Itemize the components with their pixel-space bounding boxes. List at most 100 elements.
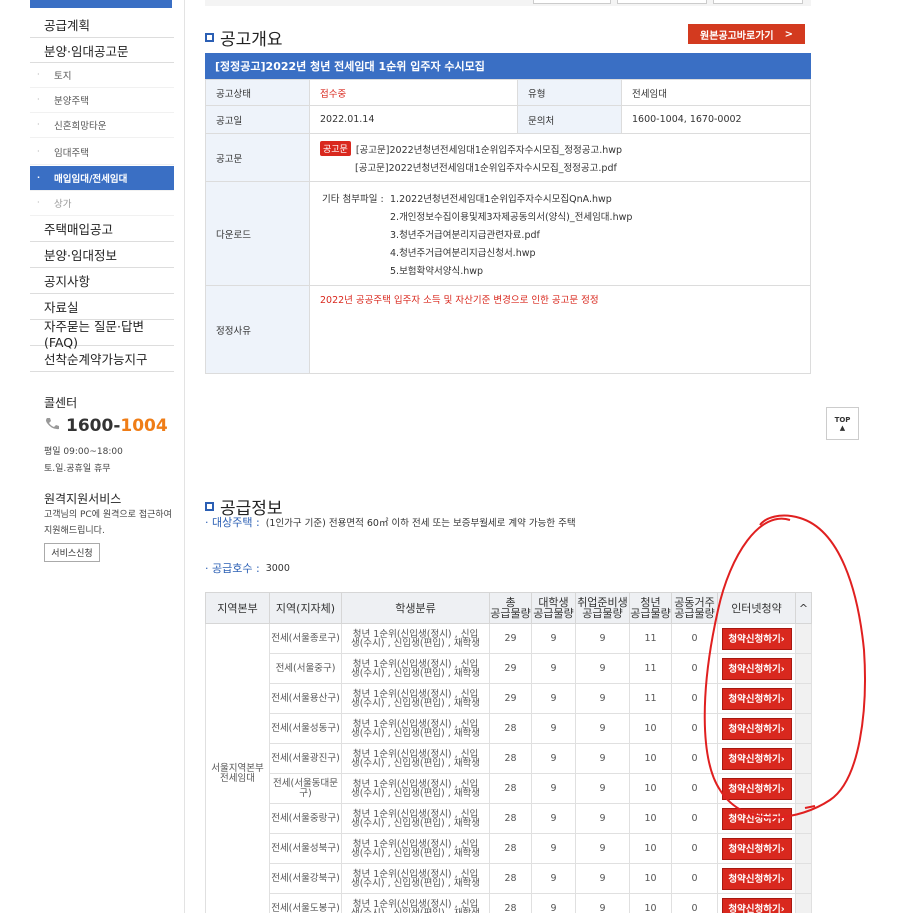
scrollbar-track[interactable] — [795, 773, 812, 804]
scrollbar-track[interactable] — [795, 653, 812, 684]
doc-label: 공고문 — [205, 133, 310, 182]
scrollbar-track[interactable] — [795, 833, 812, 864]
apply-button[interactable]: 청약신청하기› — [721, 657, 792, 680]
apply-button[interactable]: 청약신청하기› — [721, 627, 792, 650]
area-cell: 전세(서울강북구) — [269, 863, 342, 894]
top-filter-box[interactable] — [533, 0, 611, 4]
download-file-link[interactable]: 5.보험확약서양식.hwp — [390, 263, 483, 277]
univ-cell: 9 — [531, 683, 576, 714]
class-cell: 청년 1순위(신입생(정시) , 신입 생(수시) , 신입생(편입) , 재학생 — [341, 863, 490, 894]
scrollbar-track[interactable] — [795, 803, 812, 834]
job-cell: 9 — [575, 683, 630, 714]
notice-section-label: 공고개요 — [220, 30, 283, 50]
total-cell: 28 — [489, 713, 532, 744]
top-filter-box[interactable] — [713, 0, 803, 4]
youth-cell: 10 — [629, 833, 672, 864]
youth-cell: 10 — [629, 743, 672, 774]
top-filter-box[interactable] — [617, 0, 707, 4]
sidebar-subitem-newlywed-town[interactable]: · 신혼희망타운 — [30, 113, 174, 138]
sidebar-subitem-commercial[interactable]: · 상가 — [30, 191, 174, 216]
type-value: 전세임대 — [621, 79, 811, 106]
table-row: 전세(서울강북구) 청년 1순위(신입생(정시) , 신입 생(수시) , 신입생(… — [206, 863, 812, 894]
total-cell: 29 — [489, 653, 532, 684]
sidebar: 공급계획 분양·임대공고문 · 토지 · 분양주택 · 신혼희망타운 · 임대주택 · 매… — [30, 0, 174, 913]
sidebar-item-faq[interactable]: 자주묻는 질문·답변(FAQ) — [30, 319, 174, 350]
sidebar-item-supply-plan[interactable]: 공급계획 — [30, 12, 174, 38]
original-notice-button[interactable]: 원본공고바로가기 > — [688, 24, 805, 44]
apply-button[interactable]: 청약신청하기› — [721, 747, 792, 770]
download-file-link[interactable]: 4.청년주거급여분리지급신청서.hwp — [390, 245, 536, 259]
download-label: 다운로드 — [205, 181, 310, 286]
table-row: 전세(서울광진구) 청년 1순위(신입생(정시) , 신입 생(수시) , 신입생(… — [206, 743, 812, 774]
area-cell: 전세(서울성동구) — [269, 713, 342, 744]
joint-cell: 0 — [671, 743, 718, 774]
download-file-link[interactable]: 1.2022년청년전세임대1순위입주자수시모집QnA.hwp — [390, 191, 612, 205]
total-cell: 28 — [489, 803, 532, 834]
apply-cell: 청약신청하기› — [717, 623, 796, 654]
apply-cell: 청약신청하기› — [717, 833, 796, 864]
scrollbar-track[interactable] — [795, 743, 812, 774]
scrollbar-track[interactable] — [795, 893, 812, 913]
sidebar-item-sale-rental-info[interactable]: 분양·임대정보 — [30, 242, 174, 268]
job-cell: 9 — [575, 893, 630, 913]
univ-cell: 9 — [531, 893, 576, 913]
sidebar-subitem-sale-housing[interactable]: · 분양주택 — [30, 88, 174, 113]
target-housing-value: (1인가구 기준) 전용면적 60㎡ 이하 전세 또는 보증부월세로 계약 가능… — [265, 518, 576, 529]
header-joint: 공동거주 공급물량 — [671, 592, 718, 624]
apply-button[interactable]: 청약신청하기› — [721, 837, 792, 860]
download-file-link[interactable]: 2.개인정보수집이용및제3자제공동의서(양식)_전세임대.hwp — [390, 209, 632, 223]
sidebar-item-notices[interactable]: 분양·임대공고문 — [30, 38, 174, 63]
apply-button[interactable]: 청약신청하기› — [721, 687, 792, 710]
joint-cell: 0 — [671, 863, 718, 894]
apply-button[interactable]: 청약신청하기› — [721, 807, 792, 830]
joint-cell: 0 — [671, 623, 718, 654]
sidebar-subitem-land[interactable]: · 토지 — [30, 63, 174, 88]
original-notice-label: 원본공고바로가기 — [700, 30, 774, 42]
supply-count-key: · 공급호수 : — [205, 562, 260, 575]
doc-file-link[interactable]: [공고문]2022년청년전세임대1순위입주자수시모집_정정공고.hwp — [356, 142, 622, 156]
remote-support-title: 원격지원서비스 — [44, 492, 122, 506]
sidebar-item-first-come[interactable]: 선착순계약가능지구 — [30, 346, 174, 372]
table-row: 서울지역본부 전세임대 전세(서울종로구) 청년 1순위(신입생(정시) , 신입 생… — [205, 623, 812, 913]
scrollbar-track[interactable] — [795, 683, 812, 714]
sidebar-item-announcements[interactable]: 공지사항 — [30, 268, 174, 294]
apply-button[interactable]: 청약신청하기› — [721, 897, 792, 913]
joint-cell: 0 — [671, 803, 718, 834]
table-row: 전세(서울성동구) 청년 1순위(신입생(정시) , 신입 생(수시) , 신입생(… — [206, 713, 812, 744]
apply-button[interactable]: 청약신청하기› — [721, 717, 792, 740]
apply-button[interactable]: 청약신청하기› — [721, 867, 792, 890]
doc-tag: 공고문 — [320, 141, 351, 156]
sidebar-subitem-rental-housing[interactable]: · 임대주택 — [30, 140, 174, 165]
area-cell: 전세(서울중구) — [269, 653, 342, 684]
table-row: 전세(서울동대문구) 청년 1순위(신입생(정시) , 신입 생(수시) , 신입생… — [206, 773, 812, 804]
table-row: 전세(서울중구) 청년 1순위(신입생(정시) , 신입 생(수시) , 신입생(편… — [206, 653, 812, 684]
scrollbar-track[interactable] — [795, 863, 812, 894]
supply-table: 지역본부 지역(지자체) 학생분류 총 공급물량 대학생 공급물량 취업준비생 공급물… — [205, 592, 812, 913]
phone-icon — [44, 416, 60, 436]
header-area: 지역(지자체) — [269, 592, 342, 624]
sidebar-divider — [184, 0, 185, 913]
bullet-icon: · — [37, 70, 40, 79]
sidebar-subitem-purchase-jeonse[interactable]: · 매입임대/전세임대 — [30, 166, 174, 191]
header-total: 총 공급물량 — [489, 592, 532, 624]
status-label: 공고상태 — [205, 79, 310, 106]
square-bullet-icon — [205, 33, 214, 42]
scroll-up-button[interactable]: ^ — [795, 592, 812, 624]
job-cell: 9 — [575, 623, 630, 654]
notice-title: [정정공고]2022년 청년 전세임대 1순위 입주자 수시모집 — [205, 53, 811, 79]
scroll-top-button[interactable]: TOP ▲ — [826, 407, 859, 440]
header-job: 취업준비생 공급물량 — [575, 592, 630, 624]
remote-support-button[interactable]: 서비스신청 — [44, 543, 100, 562]
apply-button[interactable]: 청약신청하기› — [721, 777, 792, 800]
total-cell: 28 — [489, 773, 532, 804]
joint-cell: 0 — [671, 773, 718, 804]
scrollbar-track[interactable] — [795, 623, 812, 654]
download-file-link[interactable]: 3.청년주거급여분리지급관련자료.pdf — [390, 227, 540, 241]
scrollbar-track[interactable] — [795, 713, 812, 744]
date-label: 공고일 — [205, 105, 310, 134]
apply-cell: 청약신청하기› — [717, 713, 796, 744]
callcenter-title: 콜센터 — [44, 396, 78, 410]
sidebar-item-purchase-notice[interactable]: 주택매입공고 — [30, 216, 174, 242]
region-cell: 서울지역본부 전세임대 — [205, 623, 270, 913]
doc-file-link[interactable]: [공고문]2022년청년전세임대1순위입주자수시모집_정정공고.pdf — [355, 160, 617, 174]
